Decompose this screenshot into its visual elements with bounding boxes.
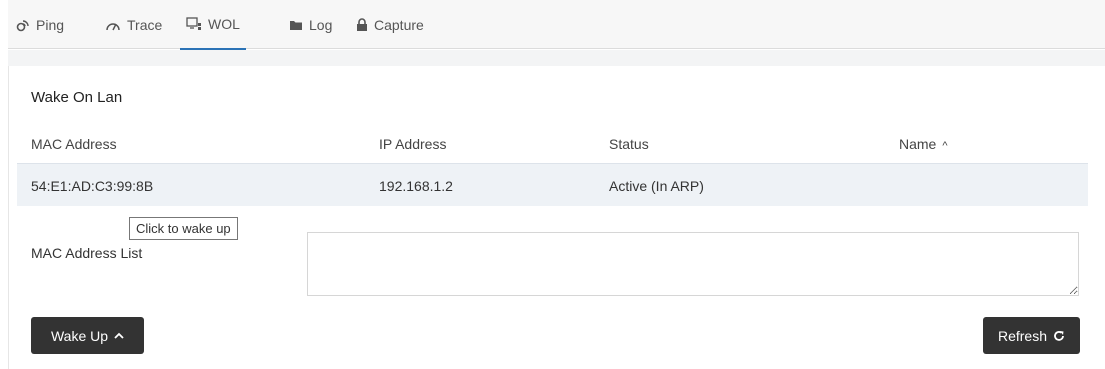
mac-list-textarea[interactable] bbox=[307, 232, 1079, 296]
tab-ping[interactable]: Ping bbox=[16, 0, 64, 49]
column-header-name[interactable]: Name ^ bbox=[899, 136, 948, 152]
tab-trace[interactable]: Trace bbox=[105, 0, 162, 49]
column-header-status[interactable]: Status bbox=[609, 136, 649, 152]
tab-capture-label: Capture bbox=[374, 16, 424, 33]
panel-title: Wake On Lan bbox=[31, 89, 123, 106]
tab-log[interactable]: Log bbox=[289, 0, 332, 49]
monitor-network-icon bbox=[186, 17, 202, 31]
refresh-icon bbox=[1053, 330, 1065, 342]
wol-panel: Wake On Lan MAC Address IP Address Statu… bbox=[8, 66, 1105, 369]
column-header-ip[interactable]: IP Address bbox=[379, 136, 446, 152]
wake-up-button[interactable]: Wake Up bbox=[31, 317, 144, 354]
tab-wol[interactable]: WOL bbox=[180, 0, 246, 50]
content-strip bbox=[8, 50, 1105, 66]
row-status: Active (In ARP) bbox=[609, 178, 704, 194]
tab-log-label: Log bbox=[309, 16, 333, 33]
folder-icon bbox=[289, 19, 303, 31]
column-header-mac[interactable]: MAC Address bbox=[31, 136, 117, 152]
row-ip: 192.168.1.2 bbox=[379, 178, 453, 194]
wake-up-label: Wake Up bbox=[50, 327, 109, 344]
refresh-button[interactable]: Refresh bbox=[983, 317, 1080, 354]
gauge-icon bbox=[105, 19, 121, 31]
chevron-up-icon bbox=[114, 332, 124, 340]
ping-icon bbox=[16, 18, 30, 32]
sort-ascending-icon: ^ bbox=[942, 140, 948, 152]
tab-wol-label: WOL bbox=[208, 16, 240, 32]
column-header-name-label: Name bbox=[899, 136, 937, 152]
tab-ping-label: Ping bbox=[36, 16, 65, 33]
tab-capture[interactable]: Capture bbox=[356, 0, 424, 49]
table-row[interactable]: 54:E1:AD:C3:99:8B 192.168.1.2 Active (In… bbox=[17, 163, 1088, 206]
wake-tooltip: Click to wake up bbox=[129, 217, 238, 240]
lock-icon bbox=[356, 17, 368, 32]
row-mac: 54:E1:AD:C3:99:8B bbox=[31, 178, 154, 194]
tab-bar: Ping Trace WOL Log Capture bbox=[8, 0, 1105, 50]
mac-list-label: MAC Address List bbox=[31, 245, 143, 261]
tab-trace-label: Trace bbox=[127, 16, 163, 33]
refresh-label: Refresh bbox=[997, 327, 1048, 344]
